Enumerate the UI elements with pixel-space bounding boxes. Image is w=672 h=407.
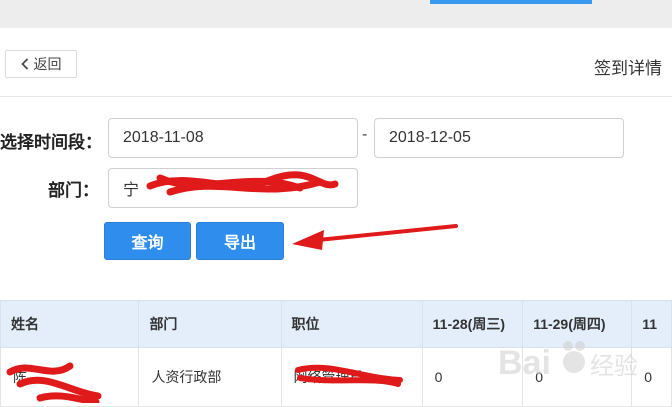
cell-count: 0 xyxy=(631,347,672,407)
cell-name: 陈 xyxy=(0,347,140,407)
cell-count: 0 xyxy=(522,347,633,407)
column-header-date[interactable]: 11-29(周四) xyxy=(522,300,633,348)
column-header-position[interactable]: 职位 xyxy=(280,300,423,348)
page-title: 签到详情 xyxy=(594,59,662,78)
back-button[interactable]: 返回 xyxy=(5,50,77,78)
cell-department: 人资行政部 xyxy=(138,347,282,407)
department-input[interactable] xyxy=(108,168,358,208)
end-date-input[interactable] xyxy=(374,118,624,158)
column-header-date[interactable]: 11 xyxy=(631,300,672,348)
column-header-department[interactable]: 部门 xyxy=(138,300,282,348)
start-date-input[interactable] xyxy=(108,118,358,158)
back-label: 返回 xyxy=(33,56,62,72)
query-button[interactable]: 查询 xyxy=(104,222,191,260)
page-header: 返回 签到详情 xyxy=(0,36,672,97)
attendance-table: 姓名 部门 职位 11-28(周三) 11-29(周四) 11 陈 人资行政部 … xyxy=(0,300,672,407)
active-tab-indicator xyxy=(430,0,592,4)
department-label: 部门： xyxy=(48,181,99,200)
chevron-left-icon xyxy=(20,58,28,70)
export-button[interactable]: 导出 xyxy=(196,222,284,260)
top-bar xyxy=(0,0,672,28)
table-row[interactable]: 陈 人资行政部 网络管理员 0 0 0 xyxy=(0,347,672,407)
cell-position: 网络管理员 xyxy=(280,347,423,407)
arrow-annotation xyxy=(292,224,458,250)
cell-count: 0 xyxy=(421,347,524,407)
column-header-name[interactable]: 姓名 xyxy=(0,300,140,348)
range-separator: - xyxy=(362,126,368,143)
table-header-row: 姓名 部门 职位 11-28(周三) 11-29(周四) 11 xyxy=(0,300,672,348)
column-header-date[interactable]: 11-28(周三) xyxy=(421,300,524,348)
time-range-label: 选择时间段： xyxy=(0,133,102,152)
